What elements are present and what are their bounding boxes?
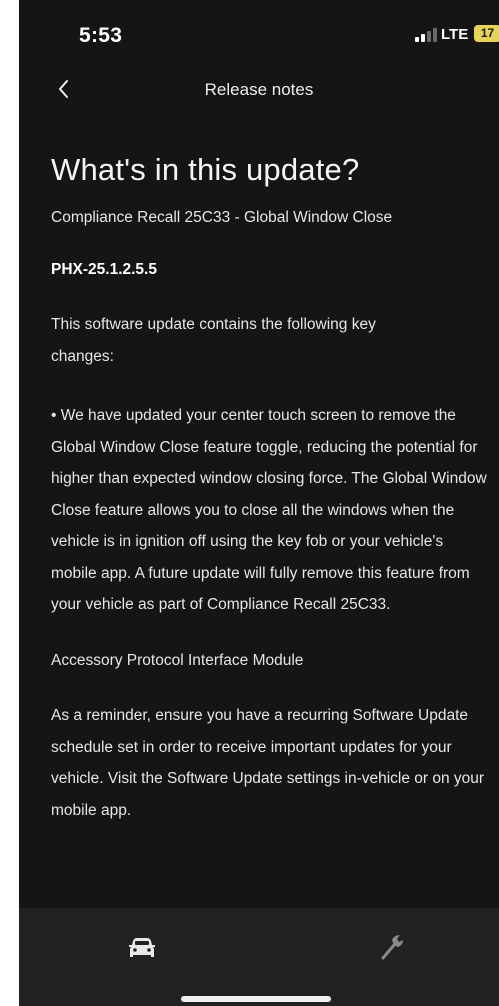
home-indicator[interactable] [181, 996, 331, 1002]
recall-subtitle: Compliance Recall 25C33 - Global Window … [51, 209, 393, 226]
wrench-icon [381, 935, 403, 960]
release-notes-content: What's in this update? Compliance Recall… [51, 150, 491, 826]
signal-icon [415, 28, 437, 42]
intro-text: This software update contains the follow… [51, 316, 376, 365]
network-label: LTE [441, 26, 469, 43]
tab-vehicle[interactable] [125, 932, 159, 962]
vehicle-icon [129, 938, 155, 957]
battery-icon: 17 [474, 25, 499, 42]
nav-bar: Release notes [19, 62, 499, 118]
status-time: 5:53 [79, 24, 123, 47]
version-label: PHX-25.1.2.5.5 [51, 261, 157, 278]
update-heading: What's in this update? [51, 152, 360, 187]
tab-service[interactable] [375, 930, 409, 964]
change-bullet: • We have updated your center touch scre… [51, 407, 487, 613]
module-text: Accessory Protocol Interface Module [51, 651, 304, 669]
phone-screen: 5:53 LTE 17 Release notes What's in this… [19, 0, 499, 1006]
status-bar: 5:53 LTE 17 [19, 0, 499, 62]
page-title: Release notes [204, 80, 314, 99]
reminder-text: As a reminder, ensure you have a recurri… [51, 707, 485, 819]
bottom-tab-bar [19, 908, 499, 1006]
